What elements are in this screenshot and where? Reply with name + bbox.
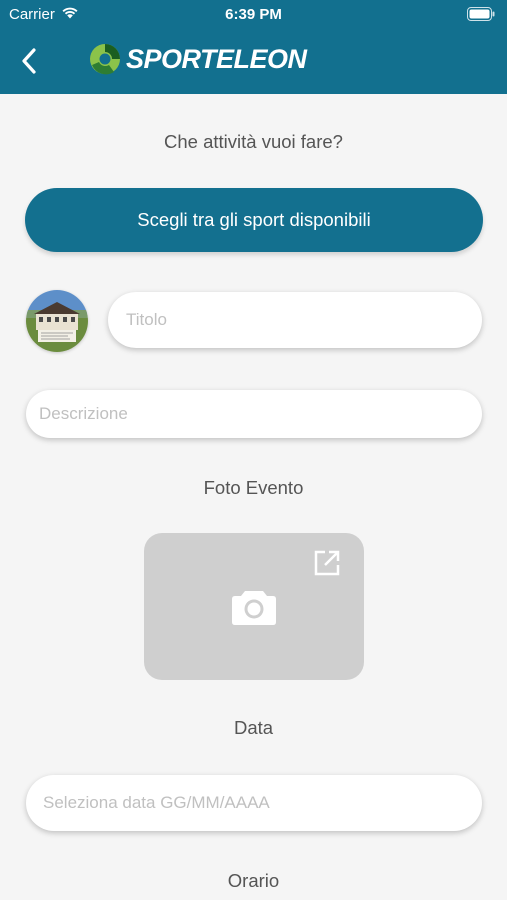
status-bar: Carrier 6:39 PM	[0, 0, 507, 30]
date-label: Data	[233, 717, 274, 738]
description-input[interactable]	[39, 404, 482, 424]
battery-icon	[467, 7, 495, 25]
date-field[interactable]	[26, 775, 482, 831]
back-chevron-icon	[22, 48, 36, 74]
camera-icon	[232, 591, 276, 625]
brand-name: SPORTELEON	[126, 43, 307, 74]
photo-label: Foto Evento	[203, 477, 304, 498]
event-photo-picker[interactable]	[144, 533, 364, 680]
description-field[interactable]	[26, 390, 482, 438]
nav-bar: SPORTELEON	[0, 30, 507, 94]
choose-sport-button[interactable]: Scegli tra gli sport disponibili	[25, 188, 483, 252]
title-field[interactable]	[108, 292, 482, 348]
event-avatar[interactable]	[26, 290, 88, 352]
title-input[interactable]	[126, 310, 482, 330]
activity-question: Che attività vuoi fare?	[164, 131, 343, 152]
time-label: Orario	[227, 870, 280, 891]
brand-logo: SPORTELEON	[88, 41, 307, 77]
status-time: 6:39 PM	[225, 6, 282, 23]
brand-logo-icon	[90, 44, 120, 75]
date-input[interactable]	[43, 793, 482, 813]
open-external-icon[interactable]	[313, 549, 341, 577]
back-button[interactable]	[14, 44, 44, 78]
